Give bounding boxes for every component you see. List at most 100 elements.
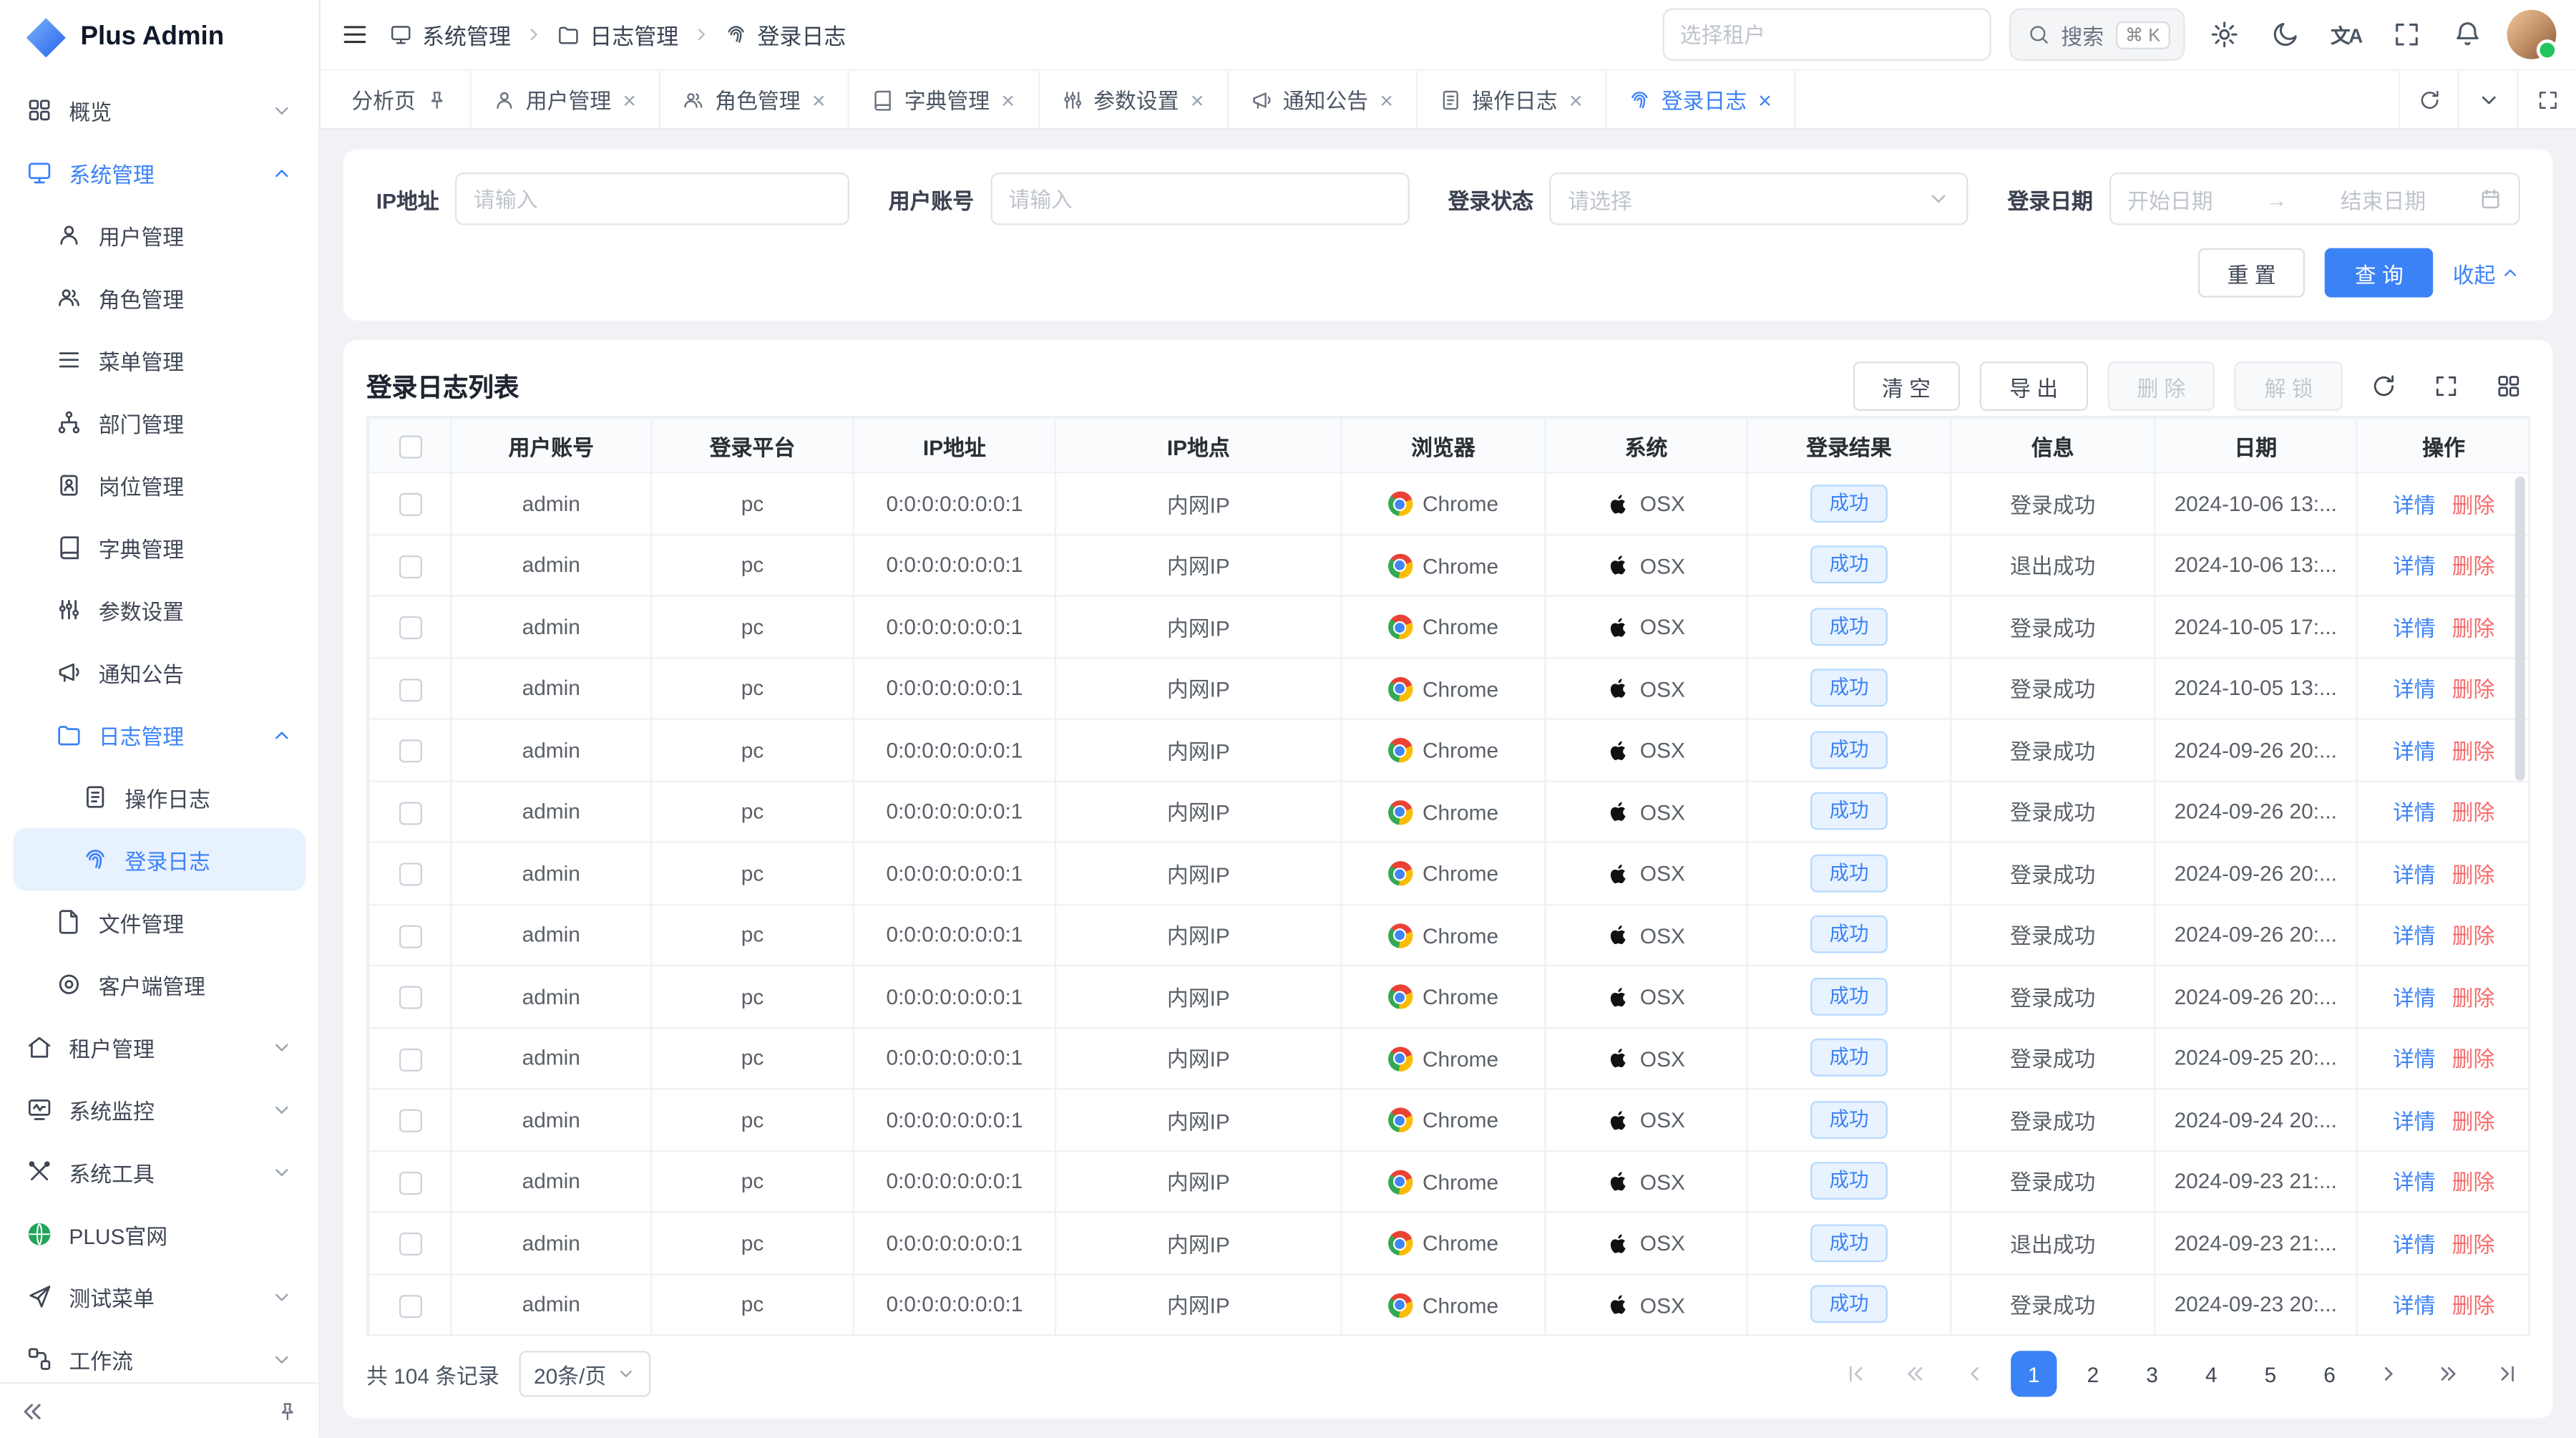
breadcrumb-item[interactable]: 登录日志 [724, 18, 846, 51]
detail-link[interactable]: 详情 [2393, 986, 2436, 1010]
status-select[interactable]: 请选择 [1550, 173, 1968, 225]
row-checkbox[interactable] [399, 493, 421, 516]
sidebar-item-sys-monitor[interactable]: 系统监控 [13, 1078, 306, 1140]
row-checkbox[interactable] [399, 925, 421, 948]
collapse-filter-link[interactable]: 收起 [2453, 257, 2520, 288]
tab-login-log[interactable]: 登录日志 × [1607, 71, 1796, 128]
language-button[interactable]: 文A [2325, 13, 2368, 56]
column-header[interactable]: 登录平台 [651, 418, 853, 472]
export-button[interactable]: 导 出 [1980, 361, 2088, 411]
clear-button[interactable]: 清 空 [1853, 361, 1961, 411]
query-button[interactable]: 查 询 [2326, 248, 2434, 298]
close-icon[interactable]: × [1000, 88, 1016, 111]
date-range-picker[interactable]: 开始日期 → 结束日期 [2109, 173, 2520, 225]
close-icon[interactable]: × [810, 88, 826, 111]
column-header[interactable]: IP地址 [854, 418, 1055, 472]
sidebar-item-overview[interactable]: 概览 [13, 79, 306, 141]
breadcrumb-item[interactable]: 日志管理 [557, 18, 678, 51]
column-header[interactable]: 浏览器 [1342, 418, 1546, 472]
tab-role-mgmt[interactable]: 角色管理 × [660, 71, 849, 128]
delete-link[interactable]: 删除 [2452, 1232, 2495, 1256]
sidebar-item-tenant-mgmt[interactable]: 租户管理 [13, 1016, 306, 1078]
sidebar-item-login-log[interactable]: 登录日志 [13, 828, 306, 890]
row-checkbox[interactable] [399, 555, 421, 578]
row-checkbox[interactable] [399, 1048, 421, 1071]
row-checkbox[interactable] [399, 1294, 421, 1317]
delete-link[interactable]: 删除 [2452, 1109, 2495, 1133]
detail-link[interactable]: 详情 [2393, 801, 2436, 825]
page-button[interactable]: 4 [2188, 1351, 2234, 1396]
breadcrumb-item[interactable]: 系统管理 [389, 18, 511, 51]
column-header[interactable]: 登录结果 [1747, 418, 1951, 472]
sidebar-item-dept-mgmt[interactable]: 部门管理 [13, 391, 306, 453]
close-icon[interactable]: × [1757, 88, 1773, 111]
close-icon[interactable]: × [1189, 88, 1205, 111]
sidebar-item-role-mgmt[interactable]: 角色管理 [13, 266, 306, 329]
settings-button[interactable] [2203, 13, 2246, 56]
detail-link[interactable]: 详情 [2393, 924, 2436, 948]
detail-link[interactable]: 详情 [2393, 1232, 2436, 1256]
delete-link[interactable]: 删除 [2452, 924, 2495, 948]
detail-link[interactable]: 详情 [2393, 492, 2436, 517]
notifications-button[interactable] [2446, 13, 2489, 56]
row-checkbox[interactable] [399, 678, 421, 701]
delete-link[interactable]: 删除 [2452, 739, 2495, 764]
pin-icon[interactable] [276, 1399, 299, 1422]
delete-link[interactable]: 删除 [2452, 863, 2495, 887]
page-size-select[interactable]: 20条/页 [519, 1351, 650, 1396]
last-page-button[interactable] [2484, 1351, 2529, 1396]
pin-icon[interactable] [426, 88, 449, 111]
row-checkbox[interactable] [399, 1109, 421, 1132]
tab-menu-button[interactable] [2458, 71, 2517, 128]
close-icon[interactable]: × [1567, 88, 1584, 111]
column-header[interactable]: IP地点 [1055, 418, 1341, 472]
reset-button[interactable]: 重 置 [2197, 248, 2306, 298]
next-page-button[interactable] [2366, 1351, 2411, 1396]
page-button[interactable]: 5 [2248, 1351, 2293, 1396]
unlock-button[interactable]: 解 锁 [2235, 361, 2343, 411]
global-search[interactable]: 搜索 ⌘ K [2009, 8, 2185, 60]
row-checkbox[interactable] [399, 616, 421, 639]
sidebar-item-file-mgmt[interactable]: 文件管理 [13, 890, 306, 953]
close-icon[interactable]: × [621, 88, 638, 111]
sidebar-item-log-mgmt[interactable]: 日志管理 [13, 704, 306, 766]
detail-link[interactable]: 详情 [2393, 677, 2436, 701]
tab-op-log[interactable]: 操作日志 × [1418, 71, 1606, 128]
row-checkbox[interactable] [399, 1171, 421, 1194]
fullscreen-button[interactable] [2386, 13, 2429, 56]
refresh-table-button[interactable] [2363, 365, 2406, 408]
hamburger-icon[interactable] [340, 20, 369, 49]
sidebar-item-user-mgmt[interactable]: 用户管理 [13, 204, 306, 266]
delete-link[interactable]: 删除 [2452, 801, 2495, 825]
page-button[interactable]: 2 [2070, 1351, 2116, 1396]
delete-link[interactable]: 删除 [2452, 492, 2495, 517]
detail-link[interactable]: 详情 [2393, 554, 2436, 578]
tab-analysis[interactable]: 分析页 [330, 71, 471, 128]
detail-link[interactable]: 详情 [2393, 1170, 2436, 1195]
sidebar-item-sys-tools[interactable]: 系统工具 [13, 1140, 306, 1203]
column-header[interactable]: 用户账号 [451, 418, 651, 472]
first-page-button[interactable] [1833, 1351, 1879, 1396]
delete-link[interactable]: 删除 [2452, 554, 2495, 578]
dark-mode-button[interactable] [2264, 13, 2307, 56]
tab-user-mgmt[interactable]: 用户管理 × [472, 71, 660, 128]
sidebar-item-plus-site[interactable]: PLUS官网 [13, 1203, 306, 1265]
table-scrollbar[interactable] [2515, 477, 2525, 781]
tab-param-settings[interactable]: 参数设置 × [1039, 71, 1228, 128]
refresh-tab-button[interactable] [2399, 71, 2458, 128]
row-checkbox[interactable] [399, 986, 421, 1009]
detail-link[interactable]: 详情 [2393, 1109, 2436, 1133]
column-header[interactable]: 操作 [2356, 418, 2529, 472]
detail-link[interactable]: 详情 [2393, 1047, 2436, 1072]
row-checkbox[interactable] [399, 863, 421, 885]
detail-link[interactable]: 详情 [2393, 739, 2436, 764]
close-icon[interactable]: × [1378, 88, 1395, 111]
row-checkbox[interactable] [399, 1233, 421, 1255]
select-all-checkbox[interactable] [399, 435, 421, 458]
delete-link[interactable]: 删除 [2452, 1047, 2495, 1072]
page-button[interactable]: 6 [2306, 1351, 2352, 1396]
sidebar-item-notice[interactable]: 通知公告 [13, 641, 306, 703]
detail-link[interactable]: 详情 [2393, 863, 2436, 887]
page-button[interactable]: 1 [2011, 1351, 2057, 1396]
account-input[interactable] [990, 173, 1409, 225]
